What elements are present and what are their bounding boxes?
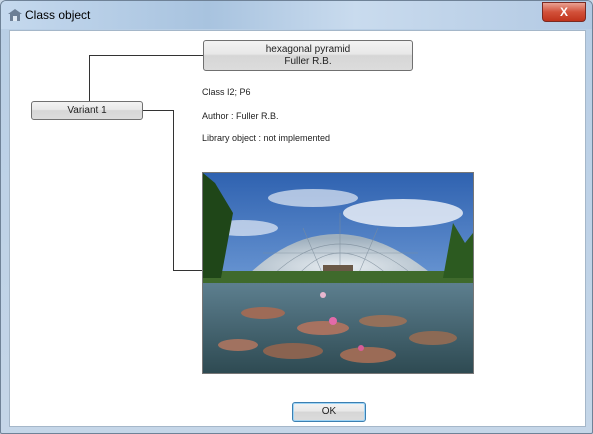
- author-text: Author : Fuller R.B.: [202, 111, 279, 121]
- connector-line: [173, 110, 174, 270]
- connector-line: [143, 110, 173, 111]
- dialog-content: hexagonal pyramid Fuller R.B. Variant 1 …: [9, 30, 586, 427]
- variant-button[interactable]: Variant 1: [31, 101, 143, 120]
- class-name-label: hexagonal pyramid: [265, 44, 351, 55]
- connector-line: [173, 270, 203, 271]
- window-app-icon: [8, 9, 22, 21]
- connector-line: [89, 55, 90, 101]
- class-object-window: Class object X hexagonal pyramid Fuller …: [0, 0, 593, 434]
- class-text: Class I2; P6: [202, 87, 251, 97]
- ok-button[interactable]: OK: [292, 402, 366, 422]
- class-author-label: Fuller R.B.: [284, 56, 332, 67]
- title-bar[interactable]: Class object X: [1, 1, 592, 29]
- geodesic-dome-photo: [202, 172, 474, 374]
- library-text: Library object : not implemented: [202, 133, 331, 143]
- close-button[interactable]: X: [542, 2, 586, 22]
- class-button[interactable]: hexagonal pyramid Fuller R.B.: [203, 40, 413, 71]
- connector-line: [89, 55, 204, 56]
- window-title: Class object: [25, 8, 91, 22]
- close-icon: X: [559, 5, 568, 19]
